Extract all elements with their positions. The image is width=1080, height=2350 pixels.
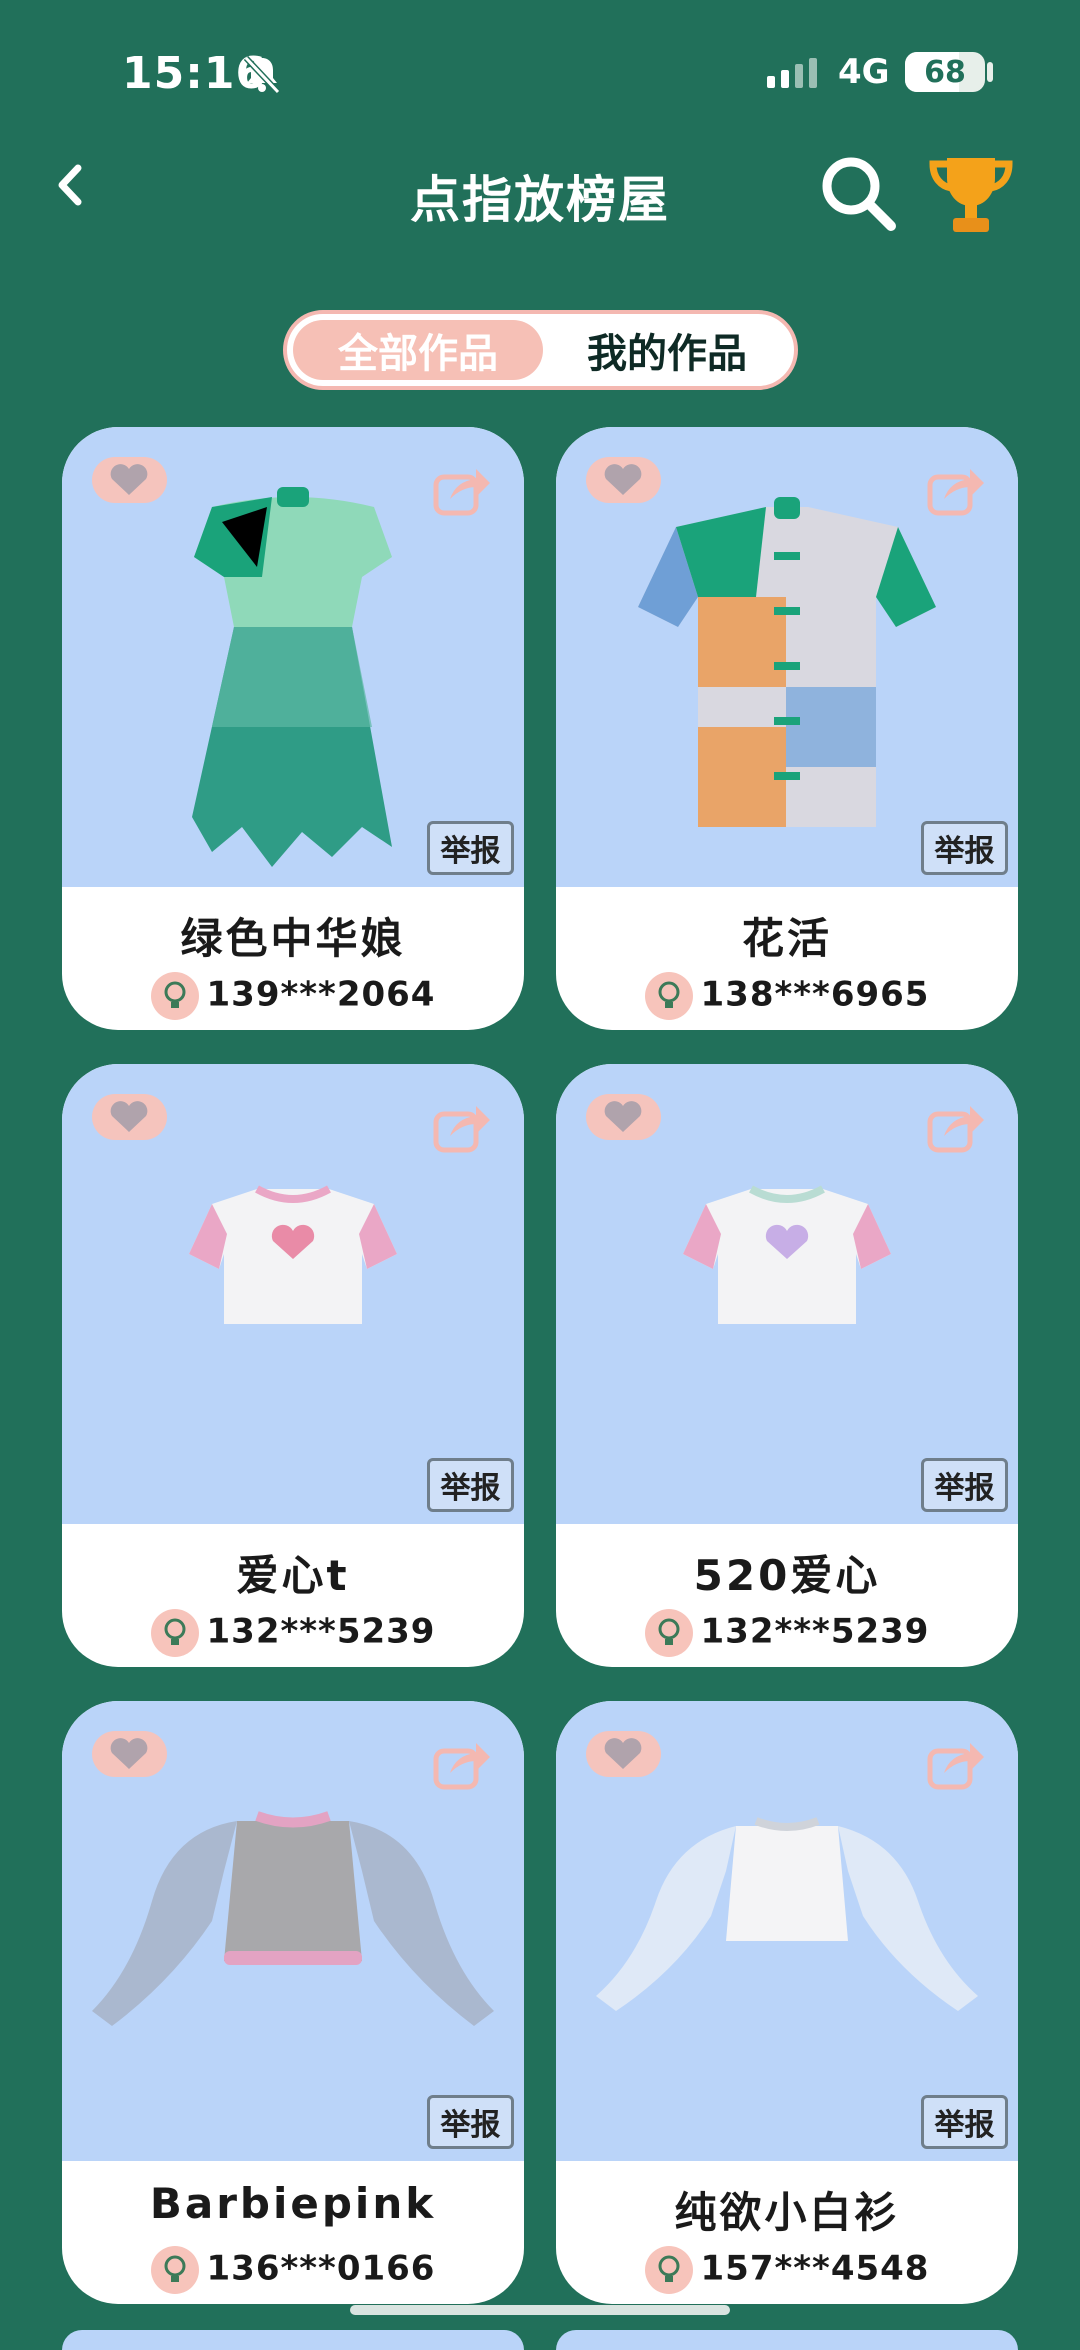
author-id: 139***2064 [206, 974, 436, 1015]
lightbulb-icon [644, 2246, 693, 2294]
work-card[interactable]: 举报 绿色中华娘 139***2064 [62, 427, 524, 1030]
heart-icon [110, 1101, 148, 1132]
like-button[interactable] [586, 457, 661, 503]
author: 157***4548 [556, 2246, 1018, 2294]
work-name: 纯欲小白衫 [674, 2188, 900, 2237]
like-button[interactable] [92, 1094, 167, 1140]
work-name: 绿色中华娘 [180, 914, 406, 963]
work-card[interactable]: 举报 纯欲小白衫 157***4548 [556, 1701, 1018, 2304]
report-button[interactable]: 举报 [427, 2095, 514, 2149]
next-card-peek [556, 2330, 1018, 2350]
share-icon[interactable] [926, 463, 986, 519]
author: 132***5239 [62, 1609, 524, 1657]
lightbulb-icon [150, 972, 199, 1020]
heart-icon [110, 1738, 148, 1769]
share-icon[interactable] [432, 463, 492, 519]
lightbulb-icon [150, 2246, 199, 2294]
battery-tip [987, 62, 993, 82]
report-button[interactable]: 举报 [921, 2095, 1008, 2149]
status-bar: 15:16 4G 68 [0, 0, 1080, 140]
trophy-icon[interactable] [925, 150, 1017, 240]
author-id: 157***4548 [700, 2248, 930, 2289]
author-id: 132***5239 [206, 1611, 436, 1652]
home-indicator[interactable] [350, 2305, 730, 2315]
author-id: 136***0166 [206, 2248, 436, 2289]
like-button[interactable] [586, 1094, 661, 1140]
network-type: 4G [838, 52, 890, 92]
battery-level: 68 [924, 54, 966, 90]
report-button[interactable]: 举报 [921, 821, 1008, 875]
heart-icon [110, 464, 148, 495]
signal-icon [767, 58, 817, 88]
report-button[interactable]: 举报 [921, 1458, 1008, 1512]
author: 132***5239 [556, 1609, 1018, 1657]
author: 139***2064 [62, 972, 524, 1020]
work-card[interactable]: 举报 花活 138***6965 [556, 427, 1018, 1030]
work-name: 花活 [741, 914, 832, 963]
author-id: 132***5239 [700, 1611, 930, 1652]
work-card[interactable]: 举报 Barbiepink 136***0166 [62, 1701, 524, 2304]
lightbulb-icon [644, 1609, 693, 1657]
lightbulb-icon [150, 1609, 199, 1657]
tab-my-works[interactable]: 我的作品 [547, 320, 787, 380]
lightbulb-icon [644, 972, 693, 1020]
share-icon[interactable] [926, 1100, 986, 1156]
work-card[interactable]: 举报 520爱心 132***5239 [556, 1064, 1018, 1667]
like-button[interactable] [92, 1731, 167, 1777]
heart-icon [604, 1738, 642, 1769]
work-card[interactable]: 举报 爱心t 132***5239 [62, 1064, 524, 1667]
bell-muted-icon [243, 55, 281, 95]
like-button[interactable] [586, 1731, 661, 1777]
work-name: 520爱心 [693, 1551, 881, 1600]
share-icon[interactable] [926, 1737, 986, 1793]
heart-icon [604, 464, 642, 495]
share-icon[interactable] [432, 1100, 492, 1156]
heart-icon [604, 1101, 642, 1132]
page-title: 点指放榜屋 [410, 171, 670, 229]
work-name: 爱心t [236, 1551, 350, 1600]
report-button[interactable]: 举报 [427, 1458, 514, 1512]
author: 138***6965 [556, 972, 1018, 1020]
report-button[interactable]: 举报 [427, 821, 514, 875]
tab-all-works[interactable]: 全部作品 [293, 320, 543, 380]
search-icon[interactable] [815, 150, 900, 235]
share-icon[interactable] [432, 1737, 492, 1793]
author: 136***0166 [62, 2246, 524, 2294]
tab-switcher: 全部作品 我的作品 [283, 310, 798, 390]
like-button[interactable] [92, 457, 167, 503]
work-name: Barbiepink [149, 2179, 437, 2228]
next-card-peek [62, 2330, 524, 2350]
author-id: 138***6965 [700, 974, 930, 1015]
battery-indicator: 68 [905, 52, 985, 92]
